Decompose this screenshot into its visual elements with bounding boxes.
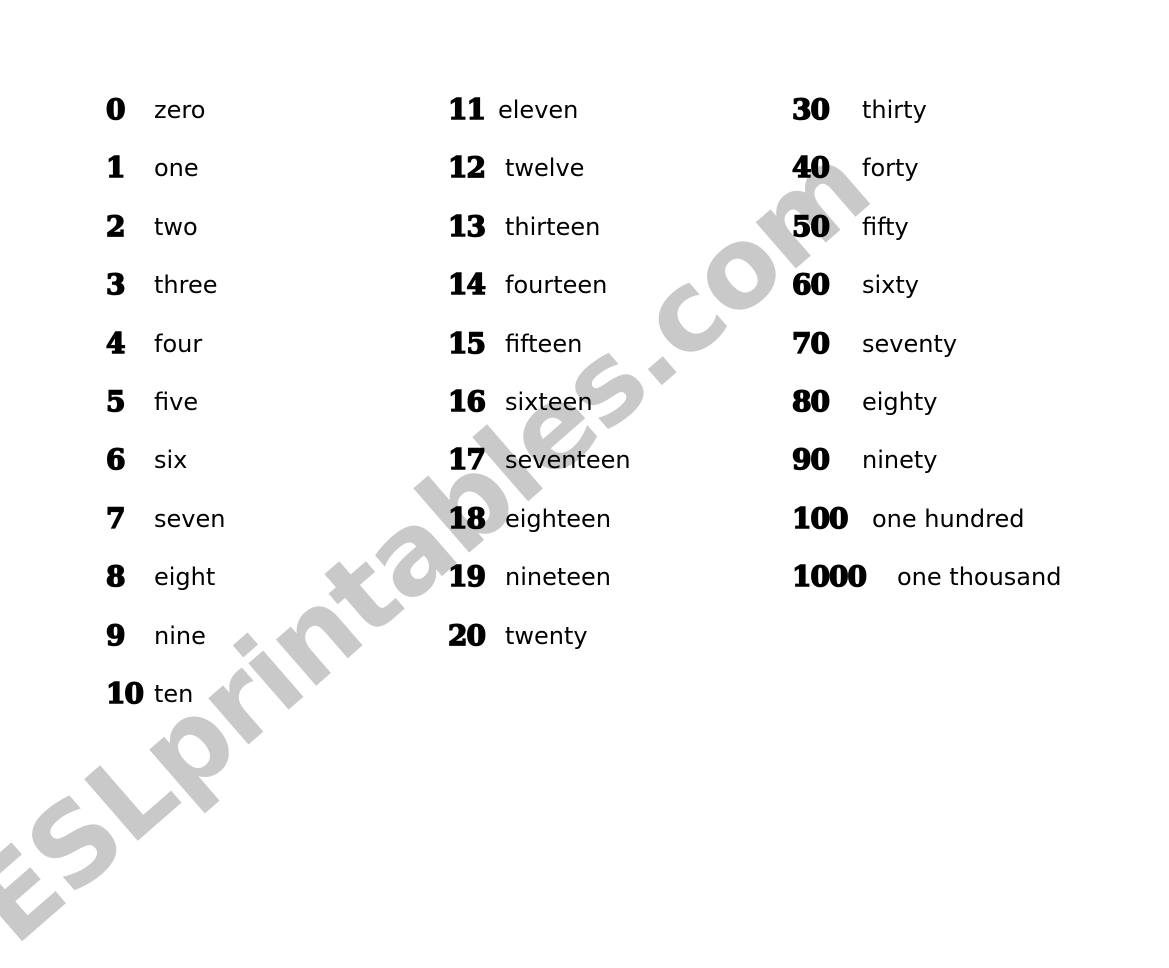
number-numeral: 1000 (791, 559, 867, 594)
number-word: fourteen (505, 271, 608, 300)
number-word: fifty (862, 212, 909, 241)
number-numeral: 13 (447, 209, 486, 244)
number-word: one hundred (872, 504, 1025, 533)
number-word: sixteen (505, 388, 593, 416)
number-numeral: 3 (105, 267, 126, 302)
number-numeral: 50 (791, 209, 830, 244)
number-word: four (154, 329, 203, 358)
number-numeral: 7 (105, 501, 126, 536)
number-numeral: 19 (447, 559, 486, 594)
number-word: seventy (862, 329, 958, 358)
number-numeral: 11 (447, 92, 486, 127)
number-numeral: 30 (791, 92, 830, 127)
number-word: thirty (862, 96, 927, 124)
number-numeral: 40 (791, 151, 830, 186)
number-word: one (154, 154, 199, 183)
number-numeral: 17 (447, 443, 486, 478)
number-word: five (154, 388, 199, 416)
number-numeral: 6 (105, 443, 126, 478)
number-numeral: 8 (105, 559, 126, 594)
number-numeral: 20 (447, 618, 486, 653)
number-word: ninety (862, 446, 938, 475)
number-word: eleven (498, 96, 579, 124)
number-numeral: 4 (105, 326, 126, 361)
number-numeral: 5 (105, 384, 126, 419)
number-numeral: 80 (791, 384, 830, 419)
watermark: ESLprintables.com (0, 121, 894, 968)
number-numeral: 14 (447, 267, 486, 302)
number-word: nine (154, 621, 206, 650)
number-numeral: 9 (105, 618, 126, 653)
number-word: forty (862, 154, 919, 183)
number-word: fifteen (505, 329, 583, 358)
number-word: eighty (862, 388, 938, 416)
number-word: three (154, 271, 218, 300)
number-word: two (154, 212, 198, 241)
number-numeral: 12 (447, 151, 486, 186)
number-numeral: 90 (791, 443, 830, 478)
number-numeral: 16 (447, 384, 486, 419)
number-word: seven (154, 504, 226, 533)
number-word: six (154, 446, 188, 475)
number-numeral: 10 (105, 676, 144, 711)
number-word: zero (154, 96, 206, 124)
number-numeral: 60 (791, 267, 830, 302)
number-word: seventeen (505, 446, 631, 475)
number-word: nineteen (505, 563, 612, 592)
number-numeral: 100 (791, 501, 849, 536)
number-numeral: 70 (791, 326, 830, 361)
number-numeral: 1 (105, 151, 126, 186)
number-numeral: 2 (105, 209, 126, 244)
number-word: sixty (862, 271, 919, 300)
number-word: eight (154, 563, 216, 592)
number-word: eighteen (505, 504, 612, 533)
number-numeral: 0 (105, 92, 126, 127)
number-word: one thousand (897, 563, 1062, 592)
number-numeral: 15 (447, 326, 486, 361)
number-word: ten (154, 680, 194, 708)
number-word: twenty (505, 621, 588, 650)
number-word: twelve (505, 154, 585, 183)
number-numeral: 18 (447, 501, 486, 536)
number-word: thirteen (505, 212, 601, 241)
